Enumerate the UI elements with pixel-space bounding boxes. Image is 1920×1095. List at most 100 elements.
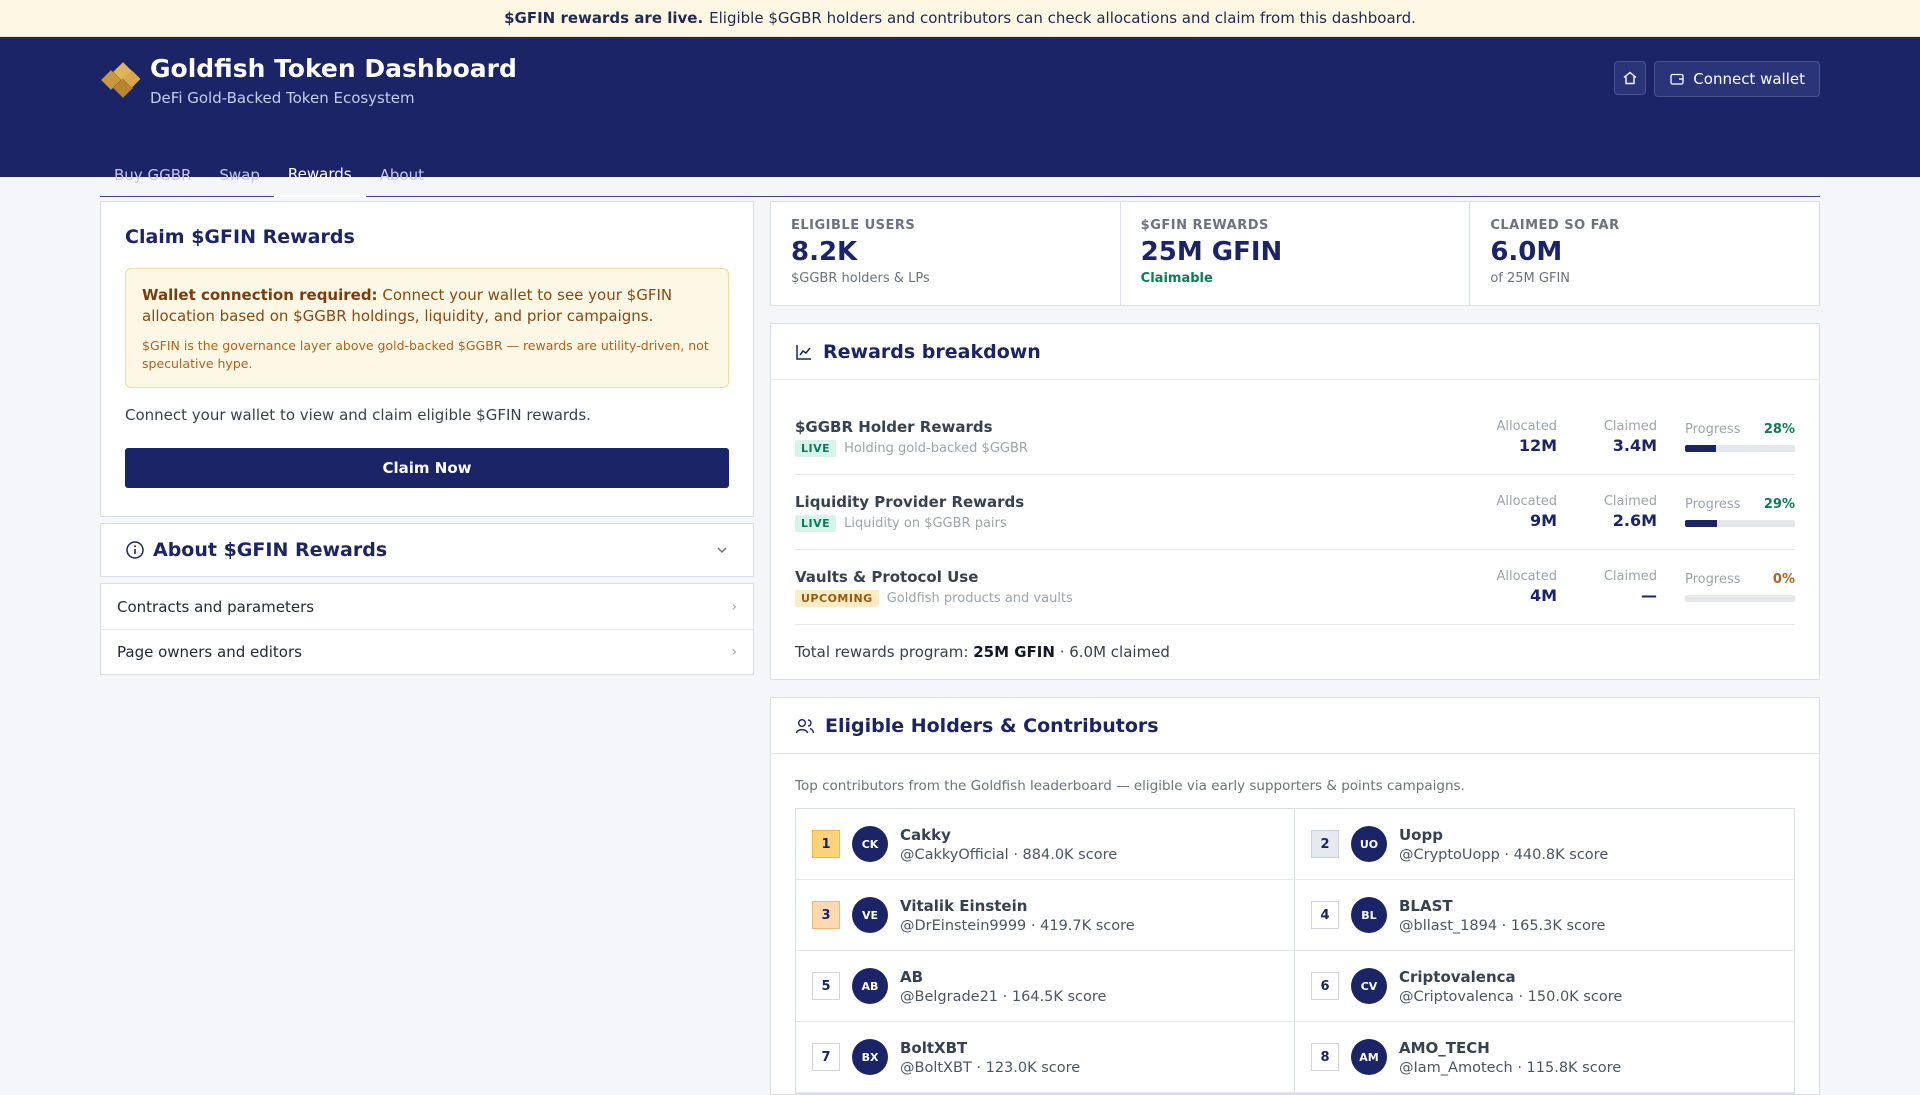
allocated-label: Allocated	[1496, 569, 1557, 584]
header: Goldfish Token Dashboard DeFi Gold-Backe…	[0, 37, 1920, 197]
progress-percent: 28%	[1763, 422, 1795, 437]
reward-row: $GGBR Holder Rewards LIVE Holding gold-bac…	[795, 400, 1795, 475]
avatar: BX	[852, 1039, 888, 1075]
holder-name: Criptovalenca	[1399, 967, 1516, 986]
stats-card: ELIGIBLE USERS 8.2K $GGBR holders & LPs …	[770, 201, 1820, 306]
status-badge: LIVE	[795, 514, 837, 532]
avatar: VE	[852, 897, 888, 933]
holder-item[interactable]: 3 VE Vitalik Einstein @DrEinstein9999 · 419…	[796, 880, 1295, 951]
connect-wallet-button[interactable]: Connect wallet	[1654, 61, 1820, 97]
link-label: Page owners and editors	[117, 643, 302, 661]
avatar: AM	[1351, 1039, 1387, 1075]
holder-item[interactable]: 7 BX BoltXBT @BoltXBT · 123.0K score	[796, 1022, 1295, 1093]
rank-badge: 3	[812, 901, 840, 929]
eligible-holders-card: Eligible Holders & Contributors Top cont…	[770, 697, 1820, 1095]
link-contracts-parameters[interactable]: Contracts and parameters ›	[101, 584, 753, 629]
app-subtitle: DeFi Gold-Backed Token Ecosystem	[150, 89, 415, 107]
stat-value: 25M GFIN	[1140, 237, 1283, 267]
progress-bar	[1685, 445, 1795, 452]
tab-rewards[interactable]: Rewards	[273, 153, 366, 197]
stat-value: 6.0M	[1490, 237, 1563, 267]
holder-handle-score: @Belgrade21 · 164.5K score	[900, 988, 1107, 1005]
claimed-value: 2.6M	[1612, 511, 1657, 530]
progress-fill	[1685, 520, 1717, 527]
wallet-icon	[1670, 73, 1684, 85]
reward-desc: Holding gold-backed $GGBR	[844, 440, 1028, 456]
reward-name: Vaults & Protocol Use	[795, 567, 979, 586]
holder-item[interactable]: 1 CK Cakky @CakkyOfficial · 884.0K score	[796, 809, 1295, 880]
stat-label: CLAIMED SO FAR	[1490, 218, 1620, 233]
progress-bar	[1685, 595, 1795, 602]
link-label: Contracts and parameters	[117, 597, 315, 616]
holder-handle-score: @BoltXBT · 123.0K score	[900, 1059, 1081, 1076]
links-list: Contracts and parameters › Page owners a…	[100, 583, 754, 675]
allocated-value: 9M	[1529, 511, 1557, 530]
progress-percent: 0%	[1772, 572, 1795, 587]
tab-about[interactable]: About	[366, 153, 438, 196]
claimed-label: Claimed	[1603, 569, 1657, 584]
stat-value: 8.2K	[791, 237, 858, 267]
holder-handle-score: @CryptoUopp · 440.8K score	[1399, 846, 1609, 863]
reward-name: $GGBR Holder Rewards	[795, 417, 993, 436]
stat-sub: $GGBR holders & LPs	[791, 271, 930, 286]
goldfish-logo-icon	[100, 59, 142, 101]
banner-text: Eligible $GGBR holders and contributors …	[709, 9, 1416, 27]
chevron-right-icon: ›	[731, 644, 737, 660]
info-icon	[126, 541, 144, 559]
claimed-label: Claimed	[1603, 419, 1657, 434]
reward-desc: Liquidity on $GGBR pairs	[844, 515, 1007, 531]
avatar: CK	[852, 826, 888, 862]
about-title: About $GFIN Rewards	[153, 539, 388, 561]
reward-row: Liquidity Provider Rewards LIVE Liquidity …	[795, 475, 1795, 550]
progress-label: Progress	[1685, 572, 1741, 587]
avatar: UO	[1351, 826, 1387, 862]
holders-grid: 1 CK Cakky @CakkyOfficial · 884.0K score 2 UO…	[795, 808, 1795, 1094]
holder-name: Uopp	[1399, 825, 1443, 844]
holder-item[interactable]: 5 AB AB @Belgrade21 · 164.5K score	[796, 951, 1295, 1022]
status-badge: LIVE	[795, 439, 837, 457]
holder-item[interactable]: 2 UO Uopp @CryptoUopp · 440.8K score	[1295, 809, 1794, 880]
claim-title: Claim $GFIN Rewards	[125, 226, 355, 248]
holder-item[interactable]: 8 AM AMO_TECH @Iam_Amotech · 115.8K score	[1295, 1022, 1794, 1093]
rank-badge: 1	[812, 830, 840, 858]
rewards-breakdown-card: Rewards breakdown $GGBR Holder Rewards LI…	[770, 323, 1820, 680]
avatar: AB	[852, 968, 888, 1004]
home-button[interactable]	[1614, 61, 1647, 95]
holder-handle-score: @DrEinstein9999 · 419.7K score	[900, 917, 1135, 934]
tab-swap[interactable]: Swap	[205, 153, 274, 196]
allocated-label: Allocated	[1496, 419, 1557, 434]
stat-gfin-rewards: $GFIN REWARDS 25M GFIN Claimable	[1119, 202, 1470, 305]
stat-claimed: CLAIMED SO FAR 6.0M of 25M GFIN	[1469, 202, 1819, 305]
avatar: BL	[1351, 897, 1387, 933]
rank-badge: 6	[1311, 972, 1339, 1000]
holder-handle-score: @Criptovalenca · 150.0K score	[1399, 988, 1623, 1005]
total-rewards: Total rewards program: 25M GFIN · 6.0M c…	[795, 643, 1795, 661]
holder-name: Vitalik Einstein	[900, 896, 1028, 915]
claim-now-button[interactable]: Claim Now	[125, 448, 729, 488]
progress-bar	[1685, 520, 1795, 527]
connect-wallet-label: Connect wallet	[1693, 70, 1805, 88]
total-suffix: · 6.0M claimed	[1059, 643, 1170, 661]
holder-item[interactable]: 4 BL BLAST @bllast_1894 · 165.3K score	[1295, 880, 1794, 951]
holder-name: BLAST	[1399, 896, 1453, 915]
brand[interactable]: Goldfish Token Dashboard DeFi Gold-Backe…	[100, 53, 517, 107]
holder-handle-score: @Iam_Amotech · 115.8K score	[1399, 1059, 1622, 1076]
total-amount: 25M GFIN	[973, 643, 1055, 661]
holder-name: Cakky	[900, 825, 951, 844]
holder-item[interactable]: 6 CV Criptovalenca @Criptovalenca · 150.0K …	[1295, 951, 1794, 1022]
banner-bold: $GFIN rewards are live.	[504, 9, 704, 27]
about-rewards-accordion[interactable]: About $GFIN Rewards	[100, 523, 754, 577]
progress-fill	[1685, 445, 1716, 452]
link-page-owners[interactable]: Page owners and editors ›	[101, 629, 753, 674]
tab-buy-ggbr[interactable]: Buy GGBR	[100, 153, 205, 196]
rank-badge: 7	[812, 1043, 840, 1071]
reward-name: Liquidity Provider Rewards	[795, 492, 1025, 511]
allocated-value: 4M	[1529, 586, 1557, 605]
home-icon	[1623, 71, 1637, 85]
rank-badge: 5	[812, 972, 840, 1000]
holder-handle-score: @CakkyOfficial · 884.0K score	[900, 846, 1118, 863]
rank-badge: 4	[1311, 901, 1339, 929]
progress-percent: 29%	[1763, 497, 1795, 512]
reward-desc: Goldfish products and vaults	[886, 590, 1073, 606]
allocated-value: 12M	[1518, 436, 1557, 455]
